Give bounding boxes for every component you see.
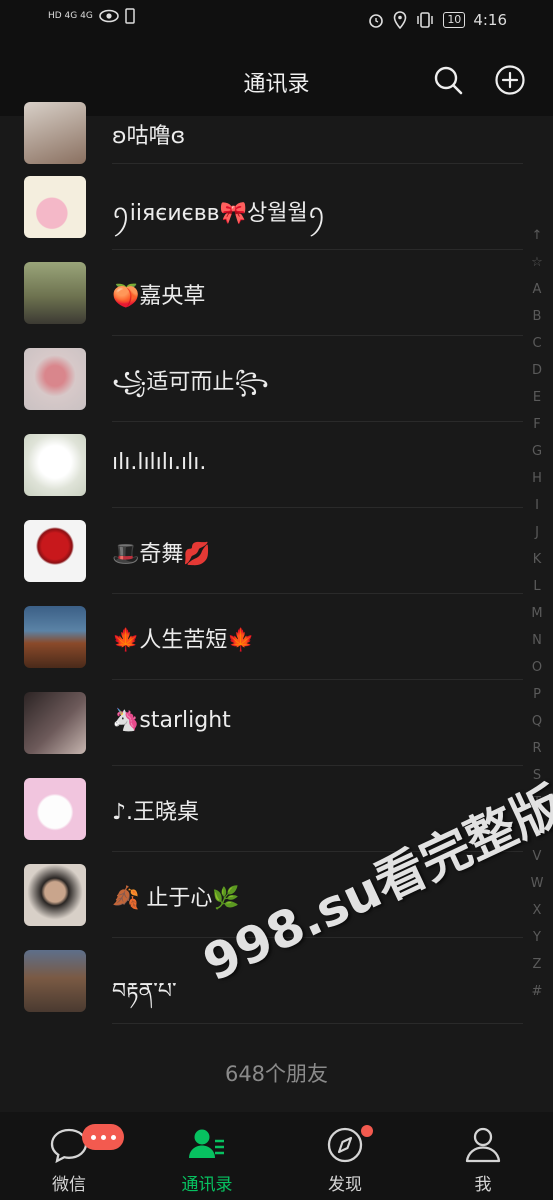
contact-name: 🦄starlight [112,708,231,733]
index-letter[interactable]: M [529,600,545,627]
page-title: 通讯录 [243,72,310,97]
contact-row[interactable]: ꪆiiяєиєвв🎀상월월ꪆ [0,164,553,250]
contact-name: བརྟན་པ་ [112,979,177,1004]
contact-row[interactable]: ꧁适可而止꧂ [0,336,553,422]
alphabet-index[interactable]: ↑ ☆ A B C D E F G H I J K L M N O P Q R S T U V W X Y Z # [529,222,545,1005]
index-letter[interactable]: N [529,627,545,654]
contact-name: ꪆiiяєиєвв🎀상월월ꪆ [112,201,326,226]
avatar [24,102,86,164]
search-icon[interactable] [432,64,464,96]
index-letter[interactable]: J [529,519,545,546]
index-letter[interactable]: H [529,465,545,492]
index-letter[interactable]: K [529,546,545,573]
friend-count: 648个朋友 [224,1062,329,1086]
contact-name: 🍂 止于心🌿 [112,886,240,911]
tab-label: 我 [474,1175,492,1195]
index-letter[interactable]: # [529,978,545,1005]
tab-label: 发现 [328,1175,362,1195]
index-letter[interactable]: G [529,438,545,465]
signal-indicators: HD 4G 4G [48,8,135,24]
index-letter[interactable]: Y [529,924,545,951]
avatar [24,262,86,324]
contact-row[interactable]: 🎩奇舞💋 [0,508,553,594]
contact-name: ılı.lılılı.ılı. [112,450,207,475]
contact-row[interactable]: 🍑嘉央草 [0,250,553,336]
network-label: HD 4G 4G [48,11,93,21]
vibrate-icon [417,12,434,28]
index-letter[interactable]: X [529,897,545,924]
index-letter[interactable]: A [529,276,545,303]
index-letter[interactable]: I [529,492,545,519]
status-right: 10 4:16 [367,11,507,29]
index-letter[interactable]: D [529,357,545,384]
tab-discover[interactable]: 发现 [276,1112,414,1200]
index-letter[interactable]: ↑ [529,222,545,249]
compass-icon [327,1127,363,1163]
alarm-icon [369,14,384,28]
index-letter[interactable]: P [529,681,545,708]
index-letter[interactable]: O [529,654,545,681]
discover-badge [361,1125,373,1137]
tab-chats[interactable]: 微信 [0,1112,138,1200]
index-letter[interactable]: Q [529,708,545,735]
avatar [24,434,86,496]
contact-row[interactable]: 🍁人生苦短🍁 [0,594,553,680]
person-icon [465,1127,501,1163]
clock: 4:16 [473,11,507,29]
index-letter[interactable]: ☆ [529,249,545,276]
contact-name: 🎩奇舞💋 [112,542,211,567]
index-letter[interactable]: F [529,411,545,438]
contact-name: ♪.王晓桌 [112,800,200,825]
avatar [24,348,86,410]
index-letter[interactable]: B [529,303,545,330]
battery-level: 10 [443,12,466,28]
tab-contacts[interactable]: 通讯录 [138,1112,276,1200]
contact-name: ꧁适可而止꧂ [112,370,269,395]
avatar [24,864,86,926]
index-letter[interactable]: C [529,330,545,357]
index-letter[interactable]: Z [529,951,545,978]
contact-row[interactable]: 🦄starlight [0,680,553,766]
avatar [24,950,86,1012]
bottom-tab-bar: 微信 通讯录 发现 我 [0,1112,553,1200]
index-letter[interactable]: W [529,870,545,897]
avatar [24,778,86,840]
contact-name: 🍑嘉央草 [112,284,206,309]
avatar [24,176,86,238]
tab-me[interactable]: 我 [414,1112,552,1200]
index-letter[interactable]: R [529,735,545,762]
divider [112,1023,523,1024]
tab-label: 微信 [52,1175,86,1195]
tab-label: 通讯录 [181,1175,233,1195]
contact-name: ʚ咕噜ɞ [112,124,186,149]
unread-badge [82,1124,124,1150]
contact-row[interactable]: ılı.lılılı.ılı. [0,422,553,508]
contact-row[interactable]: ʚ咕噜ɞ [0,102,553,164]
contacts-icon [189,1129,224,1158]
avatar [24,692,86,754]
status-bar: HD 4G 4G 10 4:16 [0,0,553,44]
index-letter[interactable]: E [529,384,545,411]
location-icon [394,11,407,29]
avatar [24,606,86,668]
index-letter[interactable]: L [529,573,545,600]
contact-name: 🍁人生苦短🍁 [112,628,255,653]
eye-icon [99,9,119,23]
contact-list: ʚ咕噜ɞ ꪆiiяєиєвв🎀상월월ꪆ 🍑嘉央草 ꧁适可而止꧂ ılı.lılı… [0,102,553,1024]
sim-icon [125,8,135,24]
add-icon[interactable] [494,64,526,96]
avatar [24,520,86,582]
